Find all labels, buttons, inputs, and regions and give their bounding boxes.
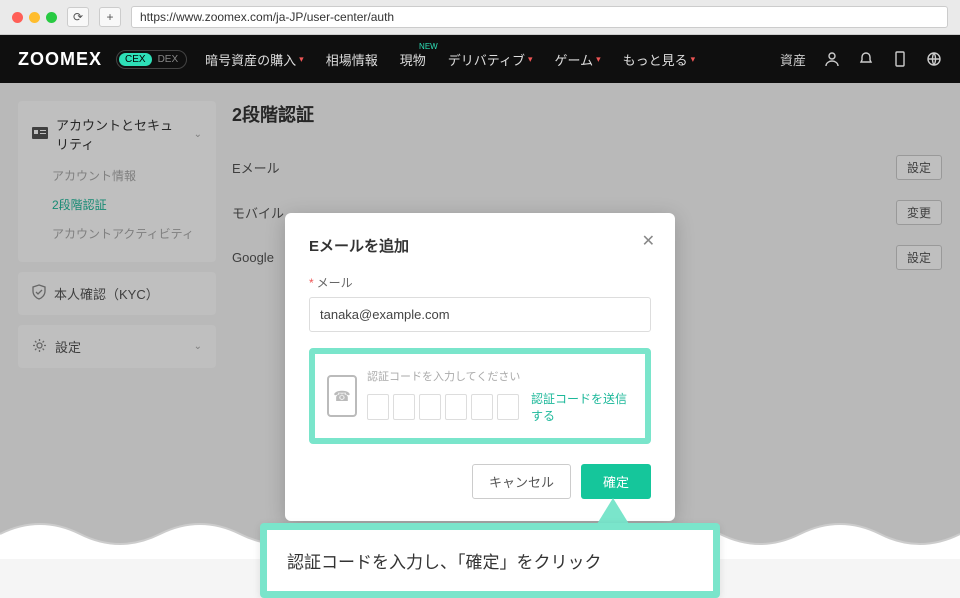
code-cell-3[interactable] xyxy=(419,394,441,420)
nav-buy-crypto[interactable]: 暗号資産の購入▾ xyxy=(205,50,304,69)
send-code-link[interactable]: 認証コードを送信する xyxy=(531,390,633,424)
new-badge: NEW xyxy=(419,42,438,51)
user-icon[interactable] xyxy=(824,51,840,67)
chevron-down-icon: ▾ xyxy=(528,54,533,65)
cancel-button[interactable]: キャンセル xyxy=(472,464,571,499)
nav-derivatives[interactable]: デリバティブ▾ xyxy=(448,50,533,69)
dex-tab[interactable]: DEX xyxy=(152,53,185,66)
confirm-button[interactable]: 確定 xyxy=(581,464,651,499)
reload-button[interactable]: ⟳ xyxy=(67,7,89,27)
phone-icon: ☎ xyxy=(327,375,357,417)
code-cells: 認証コードを送信する xyxy=(367,390,633,424)
cex-dex-toggle[interactable]: CEX DEX xyxy=(116,50,187,69)
browser-chrome: ⟳ + https://www.zoomex.com/ja-JP/user-ce… xyxy=(0,0,960,35)
add-email-modal: Eメールを追加 ✕ *メール ☎ 認証コードを入力してください 認証コードを送信… xyxy=(285,213,675,521)
minimize-window-icon[interactable] xyxy=(29,12,40,23)
nav-assets[interactable]: 資産 xyxy=(780,50,806,69)
cex-tab[interactable]: CEX xyxy=(119,53,152,66)
nav-market-info[interactable]: 相場情報 xyxy=(326,50,378,69)
code-cell-6[interactable] xyxy=(497,394,519,420)
verification-code-block: ☎ 認証コードを入力してください 認証コードを送信する xyxy=(309,348,651,444)
page-body: アカウントとセキュリティ ⌄ アカウント情報 2段階認証 アカウントアクティビテ… xyxy=(0,83,960,559)
chevron-down-icon: ▾ xyxy=(596,54,601,65)
chevron-down-icon: ▾ xyxy=(299,54,304,65)
chevron-down-icon: ▾ xyxy=(691,54,696,65)
nav-more[interactable]: もっと見る▾ xyxy=(623,50,696,69)
modal-title: Eメールを追加 xyxy=(309,235,651,256)
code-cell-5[interactable] xyxy=(471,394,493,420)
globe-icon[interactable] xyxy=(926,51,942,67)
nav-game[interactable]: ゲーム▾ xyxy=(554,50,600,69)
nav-spot[interactable]: 現物NEW xyxy=(400,50,426,69)
traffic-lights xyxy=(12,12,57,23)
mobile-icon[interactable] xyxy=(892,51,908,67)
code-hint: 認証コードを入力してください xyxy=(367,368,633,384)
code-cell-1[interactable] xyxy=(367,394,389,420)
close-icon[interactable]: ✕ xyxy=(642,231,655,251)
instruction-callout: 認証コードを入力し、「確定」をクリック xyxy=(260,523,720,598)
nav-items: 暗号資産の購入▾ 相場情報 現物NEW デリバティブ▾ ゲーム▾ もっと見る▾ xyxy=(205,50,695,69)
nav-right: 資産 xyxy=(780,50,942,69)
email-input[interactable] xyxy=(309,297,651,332)
maximize-window-icon[interactable] xyxy=(46,12,57,23)
close-window-icon[interactable] xyxy=(12,12,23,23)
modal-actions: キャンセル 確定 xyxy=(309,464,651,499)
url-bar[interactable]: https://www.zoomex.com/ja-JP/user-center… xyxy=(131,6,948,28)
email-field-label: *メール xyxy=(309,274,651,291)
bell-icon[interactable] xyxy=(858,51,874,67)
code-cell-2[interactable] xyxy=(393,394,415,420)
code-cell-4[interactable] xyxy=(445,394,467,420)
logo[interactable]: ZOOMEX xyxy=(18,49,102,70)
top-nav: ZOOMEX CEX DEX 暗号資産の購入▾ 相場情報 現物NEW デリバティ… xyxy=(0,35,960,83)
new-tab-button[interactable]: + xyxy=(99,7,121,27)
